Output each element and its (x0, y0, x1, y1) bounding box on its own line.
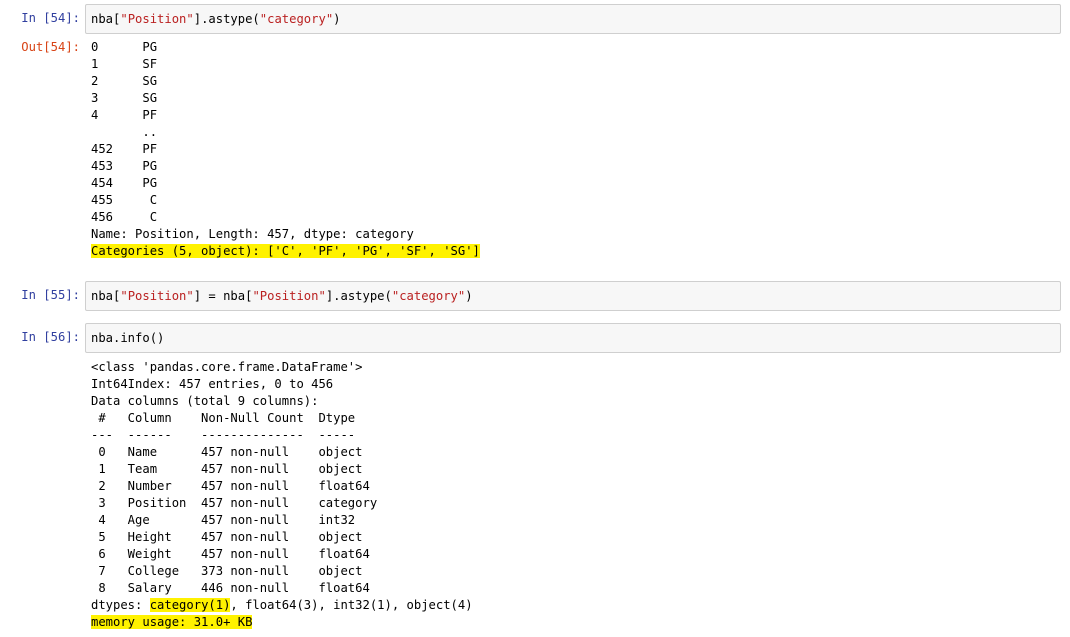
output-line: 453 PG (91, 159, 158, 173)
info-table-row: 5 Height 457 non-null object (91, 530, 378, 544)
info-table-separator: --- ------ -------------- ----- (91, 428, 378, 442)
cell-55-in-prompt: In [55]: (21, 288, 80, 302)
cell-54-in-prompt: In [54]: (21, 11, 80, 25)
cell-55-code: nba["Position"] = nba["Position"].astype… (91, 289, 473, 303)
output-line: 456 C (91, 210, 158, 224)
cell-54-code: nba["Position"].astype("category") (91, 12, 341, 26)
cell-54-code-input[interactable]: nba["Position"].astype("category") (85, 4, 1061, 34)
output-line: 4 PF (91, 108, 158, 122)
output-line: .. (91, 125, 158, 139)
categories-line: Categories (5, object): ['C', 'PF', 'PG'… (91, 243, 480, 260)
output-line: 454 PG (91, 176, 158, 190)
output-line: 3 SG (91, 91, 158, 105)
info-table-row: 2 Number 457 non-null float64 (91, 479, 378, 493)
dtypes-line: dtypes: category(1), float64(3), int32(1… (91, 598, 473, 612)
info-table-row: 7 College 373 non-null object (91, 564, 378, 578)
series-name-line: Name: Position, Length: 457, dtype: cate… (91, 227, 414, 241)
cell-56-code: nba.info() (91, 331, 165, 345)
cell-56-code-input[interactable]: nba.info() (85, 323, 1061, 353)
memory-usage-highlight: memory usage: 31.0+ KB (91, 615, 253, 629)
info-table-row: 1 Team 457 non-null object (91, 462, 378, 476)
output-line: 0 PG (91, 40, 158, 54)
output-line: 455 C (91, 193, 158, 207)
cell-54-output: 0 PG 1 SF 2 SG 3 SG 4 PF .. 452 PF 453 P… (91, 39, 480, 260)
info-table-row: 8 Salary 446 non-null float64 (91, 581, 378, 595)
cell-56-in-prompt: In [56]: (21, 330, 80, 344)
info-table-header: # Column Non-Null Count Dtype (91, 411, 378, 425)
info-table-row: 4 Age 457 non-null int32 (91, 513, 378, 527)
info-table-row: 0 Name 457 non-null object (91, 445, 378, 459)
output-line: 2 SG (91, 74, 158, 88)
cell-55-code-input[interactable]: nba["Position"] = nba["Position"].astype… (85, 281, 1061, 311)
output-line: Int64Index: 457 entries, 0 to 456 (91, 377, 334, 391)
memory-usage-line: memory usage: 31.0+ KB (91, 614, 473, 631)
cell-56-output: <class 'pandas.core.frame.DataFrame'> In… (91, 359, 473, 631)
categories-highlight: Categories (5, object): ['C', 'PF', 'PG'… (91, 244, 480, 258)
output-line: Data columns (total 9 columns): (91, 394, 319, 408)
info-table-row: 3 Position 457 non-null category (91, 496, 378, 510)
output-line: 452 PF (91, 142, 158, 156)
output-line: 1 SF (91, 57, 158, 71)
output-line: <class 'pandas.core.frame.DataFrame'> (91, 360, 363, 374)
info-table-row: 6 Weight 457 non-null float64 (91, 547, 378, 561)
cell-54-out-prompt: Out[54]: (21, 40, 80, 54)
dtypes-category-highlight: category(1) (149, 598, 231, 612)
